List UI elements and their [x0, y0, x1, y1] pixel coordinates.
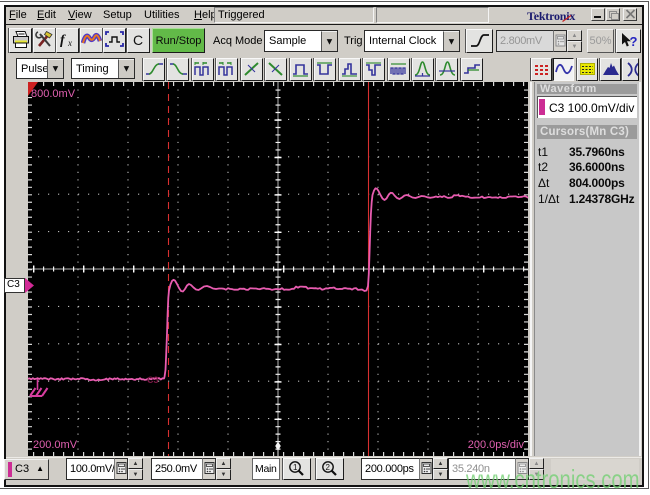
svg-text:200.0mV: 200.0mV	[33, 439, 78, 451]
svg-text:f: f	[60, 33, 66, 48]
svg-text:x: x	[67, 38, 72, 48]
svg-text:2: 2	[326, 463, 331, 472]
svg-text:200.0ps/div: 200.0ps/div	[468, 439, 525, 451]
svg-text:C3: C3	[147, 375, 159, 385]
svg-text:?: ?	[629, 34, 637, 49]
svg-text:800.0mV: 800.0mV	[31, 88, 76, 100]
svg-text:1: 1	[293, 463, 298, 472]
svg-text:C: C	[133, 32, 143, 48]
